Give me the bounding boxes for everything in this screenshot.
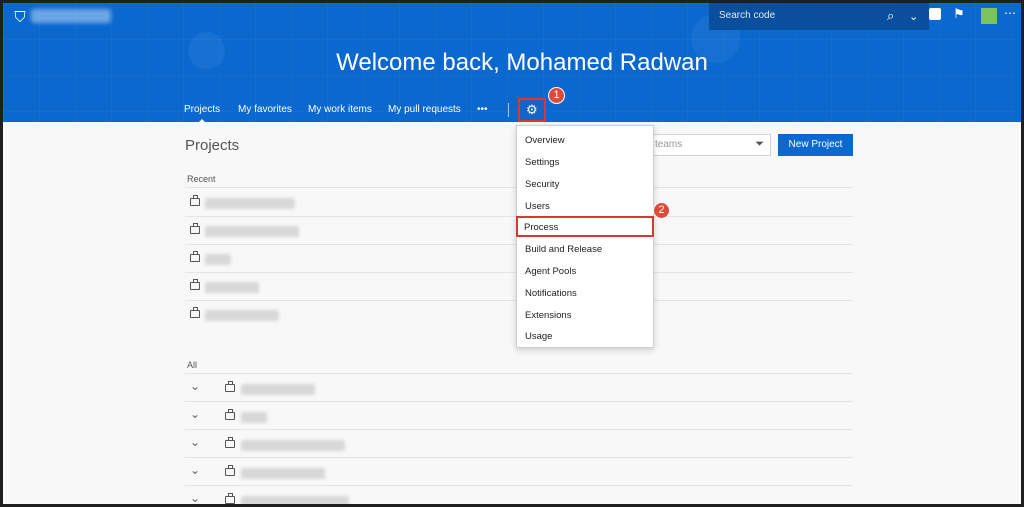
menu-item-users[interactable]: Users — [517, 195, 653, 216]
avatar[interactable] — [981, 8, 997, 24]
project-icon — [190, 251, 200, 262]
callout-badge-1: 1 — [548, 87, 565, 104]
menu-item-settings[interactable]: Settings — [517, 151, 653, 172]
list-item[interactable]: ⌄ — [185, 460, 853, 487]
filter-icon[interactable]: ⏷ — [755, 138, 764, 151]
menu-item-security[interactable]: Security — [517, 173, 653, 194]
more-icon[interactable]: ⋯ — [1004, 6, 1017, 20]
tab-my-work-items[interactable]: My work items — [308, 104, 372, 115]
menu-item-notifications[interactable]: Notifications — [517, 282, 653, 303]
project-icon — [225, 465, 235, 476]
more-tabs-button[interactable]: ••• — [477, 104, 488, 115]
project-name-blurred[interactable] — [205, 226, 299, 237]
vsts-logo-icon[interactable]: ⛉ — [11, 9, 29, 26]
project-icon — [190, 307, 200, 318]
project-name-blurred[interactable] — [241, 468, 325, 479]
project-name-blurred[interactable] — [241, 412, 267, 423]
menu-item-usage[interactable]: Usage — [517, 325, 653, 346]
gear-icon: ⚙ — [526, 102, 538, 117]
divider — [185, 429, 853, 430]
page-title: Projects — [185, 137, 240, 154]
tab-my-pull-requests[interactable]: My pull requests — [388, 104, 461, 115]
menu-item-process[interactable]: Process — [516, 216, 654, 237]
divider — [185, 485, 853, 486]
list-item[interactable]: ⌄ — [185, 488, 853, 504]
settings-menu: Overview Settings Security Users Process… — [516, 125, 654, 348]
all-section-label: All — [187, 360, 198, 370]
welcome-heading: Welcome back, Mohamed Radwan — [336, 49, 708, 76]
project-name-blurred[interactable] — [205, 254, 231, 265]
chevron-down-icon[interactable]: ⌄ — [909, 10, 918, 23]
flag-icon[interactable]: ⚑ — [953, 6, 965, 22]
project-name-blurred[interactable] — [205, 310, 279, 321]
list-item[interactable]: ⌄ — [185, 432, 853, 459]
project-icon — [190, 195, 200, 206]
project-icon — [225, 409, 235, 420]
project-name-blurred[interactable] — [205, 198, 295, 209]
shopping-bag-icon[interactable] — [929, 8, 941, 20]
chevron-down-icon[interactable]: ⌄ — [190, 463, 200, 477]
menu-item-overview[interactable]: Overview — [517, 129, 653, 150]
tab-my-favorites[interactable]: My favorites — [238, 104, 292, 115]
recent-section-label: Recent — [187, 174, 216, 184]
callout-badge-2: 2 — [653, 202, 670, 219]
tab-projects[interactable]: Projects — [184, 104, 220, 124]
project-icon — [225, 437, 235, 448]
search-input[interactable]: Search code — [709, 3, 929, 30]
chevron-down-icon[interactable]: ⌄ — [190, 379, 200, 393]
project-name-blurred[interactable] — [241, 384, 315, 395]
account-name-blurred[interactable] — [31, 9, 111, 23]
app-window: ⛉ Search code ⌕ ⌄ ⚑ ⋯ Welcome back, Moha… — [3, 3, 1021, 504]
project-icon — [225, 493, 235, 504]
divider — [185, 373, 853, 374]
menu-item-extensions[interactable]: Extensions — [517, 304, 653, 325]
project-icon — [190, 223, 200, 234]
chevron-down-icon[interactable]: ⌄ — [190, 491, 200, 504]
project-name-blurred[interactable] — [241, 496, 349, 504]
list-item[interactable]: ⌄ — [185, 376, 853, 403]
chevron-down-icon[interactable]: ⌄ — [190, 407, 200, 421]
list-item[interactable]: ⌄ — [185, 404, 853, 431]
project-icon — [225, 381, 235, 392]
project-icon — [190, 279, 200, 290]
project-name-blurred[interactable] — [205, 282, 259, 293]
menu-item-agent-pools[interactable]: Agent Pools — [517, 260, 653, 281]
divider — [185, 457, 853, 458]
settings-button[interactable]: ⚙ — [518, 98, 546, 122]
header-banner: ⛉ Search code ⌕ ⌄ ⚑ ⋯ Welcome back, Moha… — [3, 3, 1021, 124]
menu-item-build-and-release[interactable]: Build and Release — [517, 238, 653, 259]
nav-divider — [508, 103, 509, 117]
divider — [185, 401, 853, 402]
chevron-down-icon[interactable]: ⌄ — [190, 435, 200, 449]
new-project-button[interactable]: New Project — [778, 134, 853, 156]
filter-placeholder: teams — [655, 139, 683, 150]
search-icon[interactable]: ⌕ — [887, 8, 894, 24]
project-name-blurred[interactable] — [241, 440, 345, 451]
